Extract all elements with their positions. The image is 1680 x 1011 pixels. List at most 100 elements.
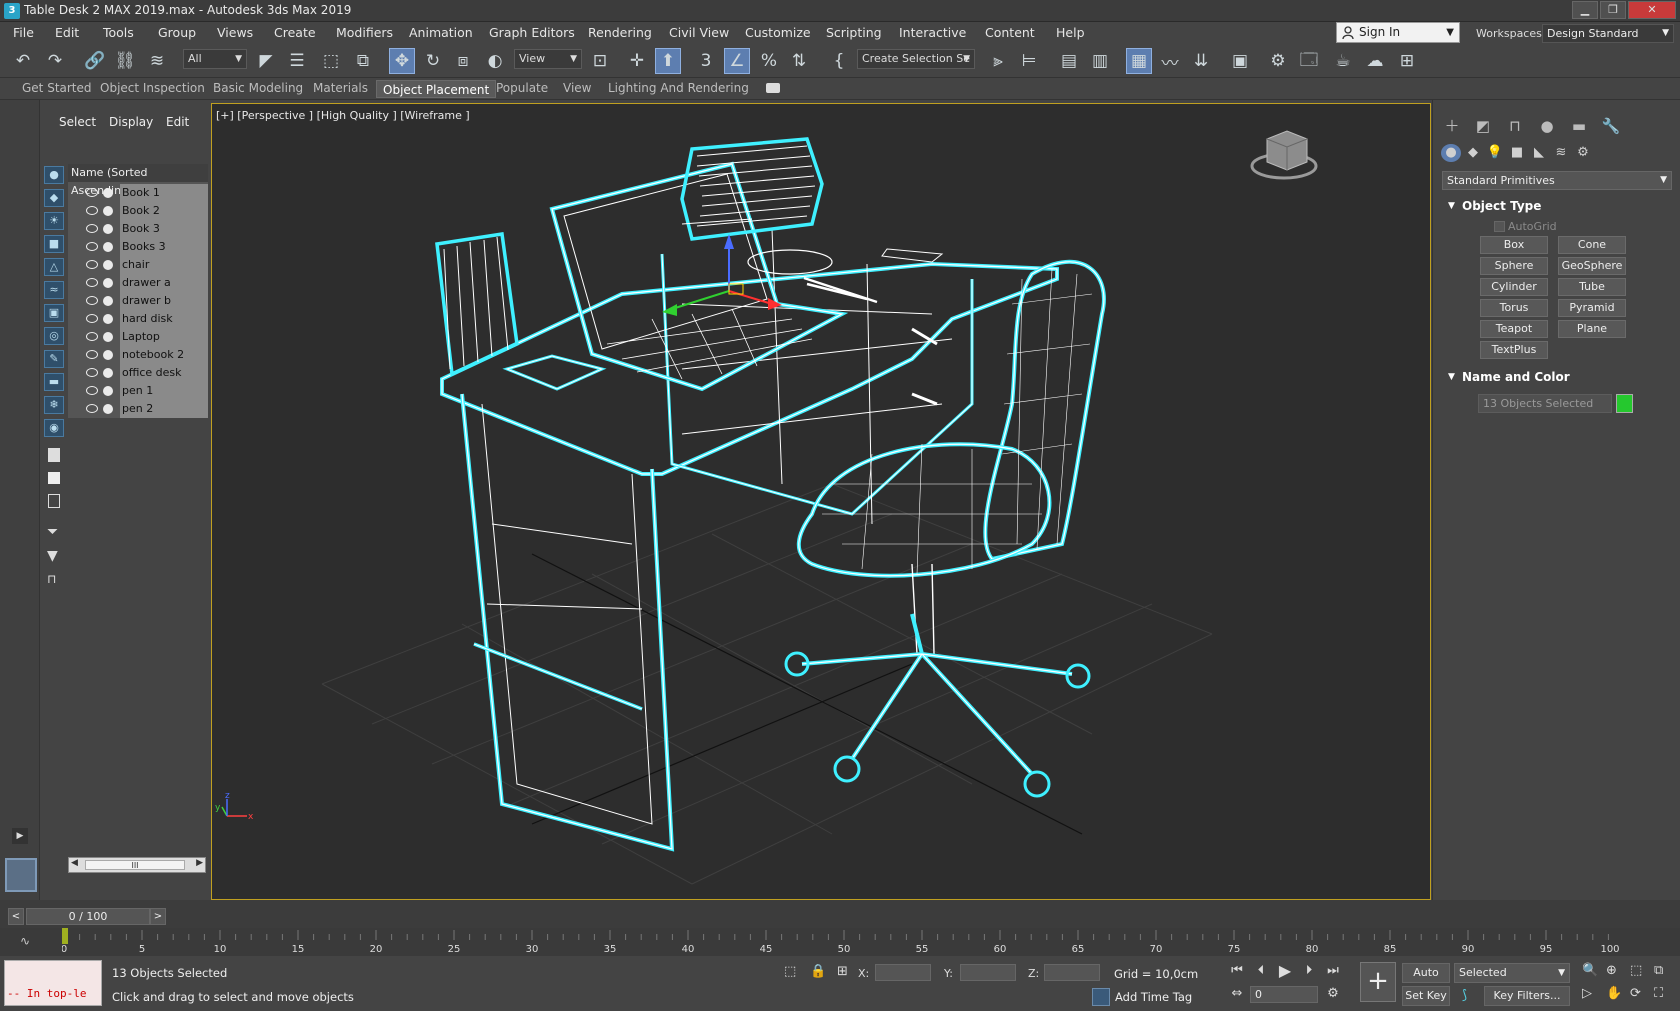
- minimize-button[interactable]: ▁: [1572, 1, 1598, 19]
- object-name-field[interactable]: 13 Objects Selected: [1478, 394, 1612, 413]
- display-helpers-icon[interactable]: △: [44, 258, 64, 276]
- key-mode-dropdown[interactable]: Selected ▼: [1454, 963, 1570, 983]
- visibility-eye-icon[interactable]: [86, 278, 98, 287]
- visibility-eye-icon[interactable]: [86, 404, 98, 413]
- reference-coordinate-dropdown[interactable]: View ▼: [514, 49, 582, 69]
- cone-button[interactable]: Cone: [1558, 236, 1626, 254]
- display-hidden-icon[interactable]: ◉: [44, 419, 64, 437]
- ribbon-tab-populate[interactable]: Populate: [496, 81, 548, 95]
- workspaces-select[interactable]: Design Standard ▼: [1542, 24, 1674, 43]
- scene-list-item[interactable]: drawer a: [68, 274, 208, 292]
- ribbon-tab-get-started[interactable]: Get Started: [22, 81, 92, 95]
- motion-tab-icon[interactable]: ●: [1536, 116, 1558, 136]
- orbit-icon[interactable]: ⟳: [1630, 986, 1641, 1001]
- scroll-left-icon[interactable]: ◀: [71, 858, 78, 868]
- maxscript-listener[interactable]: -- In top-le: [4, 960, 102, 1006]
- ribbon-tab-lighting-and-rendering[interactable]: Lighting And Rendering: [608, 81, 749, 95]
- utilities-tab-wrench-icon[interactable]: 🔧: [1600, 116, 1622, 136]
- angle-snap-icon[interactable]: ∠: [724, 48, 750, 74]
- display-all-icon[interactable]: [48, 448, 60, 462]
- plane-button[interactable]: Plane: [1558, 320, 1626, 338]
- wireframe-scene[interactable]: z y x: [212, 104, 1431, 900]
- freeze-dot-icon[interactable]: [103, 242, 113, 252]
- render-in-cloud-icon[interactable]: ☁: [1362, 48, 1388, 74]
- freeze-dot-icon[interactable]: [103, 368, 113, 378]
- ribbon-tab-basic-modeling[interactable]: Basic Modeling: [213, 81, 303, 95]
- menu-views[interactable]: Views: [217, 25, 253, 40]
- textplus-button[interactable]: TextPlus: [1480, 341, 1548, 359]
- window-crossing-icon[interactable]: ⧉: [350, 48, 376, 74]
- time-configuration-icon[interactable]: ⚙: [1322, 984, 1344, 1004]
- named-selection-set-dropdown[interactable]: Create Selection Se ▼: [857, 49, 975, 69]
- sign-in-dropdown[interactable]: Sign In ▼: [1336, 22, 1460, 43]
- viewcube[interactable]: [1250, 130, 1318, 180]
- menu-group[interactable]: Group: [158, 25, 196, 40]
- scene-tab-display[interactable]: Display: [109, 115, 153, 129]
- visibility-eye-icon[interactable]: [86, 350, 98, 359]
- key-tangents-icon[interactable]: ⟆: [1462, 988, 1467, 1003]
- visibility-eye-icon[interactable]: [86, 260, 98, 269]
- mirror-icon[interactable]: ⫸: [985, 48, 1011, 74]
- scene-list-item[interactable]: office desk: [68, 364, 208, 382]
- display-cameras-icon[interactable]: ■: [44, 235, 64, 253]
- menu-create[interactable]: Create: [274, 25, 316, 40]
- link-icon[interactable]: 🔗: [82, 48, 108, 74]
- visibility-eye-icon[interactable]: [86, 242, 98, 251]
- visibility-eye-icon[interactable]: [86, 206, 98, 215]
- visibility-eye-icon[interactable]: [86, 368, 98, 377]
- pyramid-button[interactable]: Pyramid: [1558, 299, 1626, 317]
- lights-category-icon[interactable]: 💡: [1485, 144, 1505, 162]
- zoom-all-icon[interactable]: ⊕: [1606, 963, 1617, 978]
- space-warps-category-icon[interactable]: ≋: [1551, 144, 1571, 162]
- ribbon-tab-materials[interactable]: Materials: [313, 81, 368, 95]
- scene-list-item[interactable]: pen 1: [68, 382, 208, 400]
- menu-tools[interactable]: Tools: [103, 25, 134, 40]
- pan-hand-icon[interactable]: ✋: [1606, 986, 1622, 1001]
- zoom-extents-all-icon[interactable]: ⧉: [1654, 963, 1663, 978]
- set-keys-plus-icon[interactable]: +: [1360, 962, 1396, 1002]
- select-and-rotate-icon[interactable]: ↻: [420, 48, 446, 74]
- display-none-icon[interactable]: [48, 472, 60, 484]
- layer-explorer-icon[interactable]: ▤: [1056, 48, 1082, 74]
- keyboard-shortcut-override-icon[interactable]: ⬆: [655, 48, 681, 74]
- rectangular-selection-icon[interactable]: ⬚: [318, 48, 344, 74]
- select-object-icon[interactable]: ◤: [253, 48, 279, 74]
- play-icon[interactable]: ▶: [1274, 961, 1296, 981]
- a360-gallery-icon[interactable]: ⊞: [1394, 48, 1420, 74]
- create-tab-plus-icon[interactable]: ＋: [1441, 116, 1463, 136]
- scene-list-item[interactable]: Book 1: [68, 184, 208, 202]
- display-groups-icon[interactable]: ▣: [44, 304, 64, 322]
- next-key-icon[interactable]: ⏵: [1298, 961, 1320, 981]
- scene-list-header[interactable]: Name (Sorted Ascending): [68, 164, 208, 197]
- schematic-view-icon[interactable]: ⇊: [1188, 48, 1214, 74]
- auto-key-button[interactable]: Auto Key: [1402, 963, 1450, 997]
- scene-list-item[interactable]: chair: [68, 256, 208, 274]
- geosphere-button[interactable]: GeoSphere: [1558, 257, 1626, 275]
- display-xrefs-icon[interactable]: ◎: [44, 327, 64, 345]
- display-containers-icon[interactable]: ▬: [44, 373, 64, 391]
- display-frozen-icon[interactable]: ❄: [44, 396, 64, 414]
- freeze-dot-icon[interactable]: [103, 224, 113, 234]
- display-bones-icon[interactable]: ✎: [44, 350, 64, 368]
- display-invert-icon[interactable]: [48, 494, 60, 508]
- menu-content[interactable]: Content: [985, 25, 1035, 40]
- freeze-dot-icon[interactable]: [103, 206, 113, 216]
- box-button[interactable]: Box: [1480, 236, 1548, 254]
- selection-lock-icon[interactable]: 🔒: [810, 964, 826, 979]
- scene-list-item[interactable]: Books 3: [68, 238, 208, 256]
- select-by-name-icon[interactable]: ☰: [284, 48, 310, 74]
- field-of-view-icon[interactable]: ▷: [1582, 986, 1592, 1001]
- edit-named-selection-icon[interactable]: {: [826, 48, 852, 74]
- scene-list-item[interactable]: hard disk: [68, 310, 208, 328]
- ribbon-tab-object-inspection[interactable]: Object Inspection: [100, 81, 205, 95]
- undo-icon[interactable]: ↶: [10, 48, 36, 74]
- sphere-button[interactable]: Sphere: [1480, 257, 1548, 275]
- freeze-dot-icon[interactable]: [103, 260, 113, 270]
- expand-arrow-icon[interactable]: ▶: [12, 828, 28, 844]
- maximize-viewport-icon[interactable]: ⛶: [1654, 986, 1663, 1001]
- manipulate-icon[interactable]: ✛: [624, 48, 650, 74]
- bind-space-warp-icon[interactable]: ≋: [144, 48, 170, 74]
- z-coordinate-field[interactable]: [1044, 964, 1100, 981]
- visibility-eye-icon[interactable]: [86, 224, 98, 233]
- visibility-eye-icon[interactable]: [86, 386, 98, 395]
